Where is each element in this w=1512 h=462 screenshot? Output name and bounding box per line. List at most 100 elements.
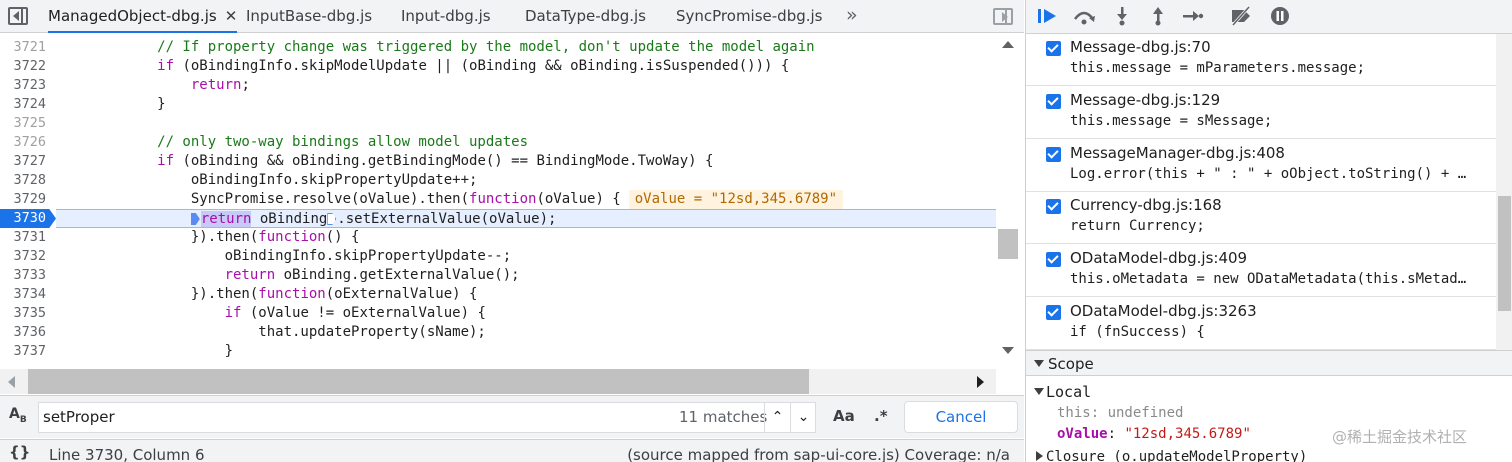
breakpoint-item[interactable]: Message-dbg.js:70 this.message = mParame… <box>1026 34 1496 86</box>
breakpoint-checkbox[interactable] <box>1046 252 1061 267</box>
resume-icon[interactable] <box>1036 6 1060 28</box>
line-number[interactable]: 3726 <box>0 133 50 152</box>
toggle-navigator-icon[interactable] <box>8 7 28 25</box>
code-line: that.updateProperty(sName); <box>56 324 486 340</box>
line-number[interactable]: 3724 <box>0 95 50 114</box>
breakpoint-checkbox[interactable] <box>1046 199 1061 214</box>
line-number[interactable]: 3736 <box>0 323 50 342</box>
scrollbar-thumb[interactable] <box>28 369 809 394</box>
scroll-down-icon[interactable] <box>1002 347 1014 354</box>
tab-datatype[interactable]: DataType-dbg.js <box>525 0 646 33</box>
editor-vertical-scrollbar[interactable] <box>996 33 1024 369</box>
match-case-button[interactable]: Aa <box>833 402 855 431</box>
editor-horizontal-scrollbar[interactable] <box>0 369 996 394</box>
breakpoint-location[interactable]: ODataModel-dbg.js:409 <box>1070 249 1247 267</box>
sidebar-scrollbar[interactable] <box>1496 34 1512 350</box>
breakpoint-code[interactable]: if (fnSuccess) { <box>1070 324 1490 340</box>
scrollbar-thumb[interactable] <box>998 229 1018 259</box>
scope-variable[interactable]: this: undefined <box>1057 405 1183 421</box>
breakpoint-code[interactable]: this.oMetadata = new ODataMetadata(this.… <box>1070 271 1490 287</box>
regex-button[interactable]: .* <box>874 402 888 431</box>
close-icon[interactable]: ✕ <box>225 7 238 25</box>
source-map-info[interactable]: (source mapped from sap-ui-core.js) Cove… <box>627 446 1010 462</box>
cursor-position: Line 3730, Column 6 <box>49 446 205 462</box>
scrollbar-thumb[interactable] <box>1498 196 1511 311</box>
more-tabs-icon[interactable]: » <box>846 0 858 31</box>
pretty-print-button[interactable]: {} <box>9 443 30 461</box>
code-editor[interactable]: // If property change was triggered by t… <box>56 33 996 369</box>
line-number[interactable]: 3723 <box>0 76 50 95</box>
breakpoint-checkbox[interactable] <box>1046 305 1061 320</box>
inline-breakpoint-marker-icon[interactable] <box>327 213 337 225</box>
line-number[interactable]: 3732 <box>0 247 50 266</box>
variable-name: this <box>1057 405 1091 421</box>
breakpoint-line-number[interactable]: 3730 <box>0 209 56 228</box>
breakpoint-item[interactable]: ODataModel-dbg.js:3263 if (fnSuccess) { <box>1026 298 1496 350</box>
line-number[interactable]: 3731 <box>0 228 50 247</box>
search-field: 11 matches ⌃ ⌄ <box>38 402 816 433</box>
breakpoint-location[interactable]: MessageManager-dbg.js:408 <box>1070 144 1285 162</box>
breakpoint-marker-icon[interactable] <box>190 213 200 225</box>
line-number[interactable]: 3721 <box>0 38 50 57</box>
breakpoint-location[interactable]: ODataModel-dbg.js:3263 <box>1070 302 1257 320</box>
collapsed-arrow-icon[interactable] <box>1036 451 1043 461</box>
tab-inputbase[interactable]: InputBase-dbg.js <box>246 0 372 33</box>
line-number[interactable]: 3734 <box>0 285 50 304</box>
breakpoint-location[interactable]: Currency-dbg.js:168 <box>1070 196 1222 214</box>
breakpoint-code[interactable]: this.message = sMessage; <box>1070 113 1490 129</box>
breakpoint-location[interactable]: Message-dbg.js:70 <box>1070 38 1211 56</box>
line-number[interactable]: 3735 <box>0 304 50 323</box>
scroll-left-icon[interactable] <box>8 376 15 388</box>
pause-on-exceptions-icon[interactable] <box>1268 6 1292 28</box>
code-text: (oValue != oExternalValue) { <box>241 305 486 321</box>
line-number[interactable]: 3725 <box>0 114 50 133</box>
deactivate-breakpoints-icon[interactable] <box>1229 6 1253 28</box>
debugger-sidebar: Message-dbg.js:70 this.message = mParame… <box>1025 0 1512 462</box>
scroll-right-icon[interactable] <box>977 376 984 388</box>
breakpoint-code[interactable]: this.message = mParameters.message; <box>1070 60 1490 76</box>
tab-input[interactable]: Input-dbg.js <box>401 0 491 33</box>
breakpoint-location[interactable]: Message-dbg.js:129 <box>1070 91 1220 109</box>
line-number[interactable]: 3733 <box>0 266 50 285</box>
breakpoint-item[interactable]: MessageManager-dbg.js:408 Log.error(this… <box>1026 140 1496 192</box>
line-number[interactable]: 3729 <box>0 190 50 209</box>
local-scope-label[interactable]: Local <box>1046 383 1091 401</box>
next-match-button[interactable]: ⌄ <box>790 403 816 432</box>
inline-value-badge: oValue = "12sd,345.6789" <box>628 190 844 209</box>
step-over-icon[interactable] <box>1072 6 1096 28</box>
breakpoint-item[interactable]: Message-dbg.js:129 this.message = sMessa… <box>1026 87 1496 139</box>
step-into-icon[interactable] <box>1110 6 1134 28</box>
breakpoint-code[interactable]: return Currency; <box>1070 218 1490 234</box>
step-icon[interactable] <box>1181 6 1205 28</box>
expanded-arrow-icon[interactable] <box>1034 388 1044 395</box>
cancel-button[interactable]: Cancel <box>904 401 1018 433</box>
search-highlight: return <box>200 211 252 227</box>
breakpoint-checkbox[interactable] <box>1046 41 1061 56</box>
scope-variable[interactable]: oValue: "12sd,345.6789" <box>1057 426 1251 442</box>
breakpoint-code[interactable]: Log.error(this + " : " + oObject.toStrin… <box>1070 166 1490 182</box>
closure-scope[interactable]: Closure (o.updateModelProperty) <box>1046 449 1307 462</box>
code-line: } <box>56 343 234 359</box>
scope-section-header[interactable]: Scope <box>1026 350 1512 376</box>
previous-match-button[interactable]: ⌃ <box>764 403 790 432</box>
keyword: function <box>258 286 326 302</box>
line-number[interactable]: 3737 <box>0 342 50 361</box>
line-number[interactable]: 3727 <box>0 152 50 171</box>
breakpoint-item[interactable]: Currency-dbg.js:168 return Currency; <box>1026 192 1496 244</box>
line-number-gutter[interactable]: 3721 3722 3723 3724 3725 3726 3727 3728 … <box>0 33 56 369</box>
step-out-icon[interactable] <box>1146 6 1170 28</box>
breakpoint-checkbox[interactable] <box>1046 147 1061 162</box>
code-line: } <box>56 96 166 112</box>
line-number[interactable]: 3722 <box>0 57 50 76</box>
code-line: return oBinding.getExternalValue(); <box>56 266 996 285</box>
line-number[interactable]: 3728 <box>0 171 50 190</box>
tab-syncpromise[interactable]: SyncPromise-dbg.js <box>676 0 823 33</box>
toggle-debugger-icon[interactable] <box>993 8 1013 25</box>
replace-toggle-icon[interactable]: AB <box>9 406 27 425</box>
tab-managedobject[interactable]: ManagedObject-dbg.js ✕ <box>48 0 238 33</box>
search-input[interactable] <box>43 403 643 432</box>
scroll-up-icon[interactable] <box>1002 41 1014 48</box>
breakpoint-checkbox[interactable] <box>1046 94 1061 109</box>
code-line: // only two-way bindings allow model upd… <box>56 134 529 150</box>
breakpoint-item[interactable]: ODataModel-dbg.js:409 this.oMetadata = n… <box>1026 245 1496 297</box>
